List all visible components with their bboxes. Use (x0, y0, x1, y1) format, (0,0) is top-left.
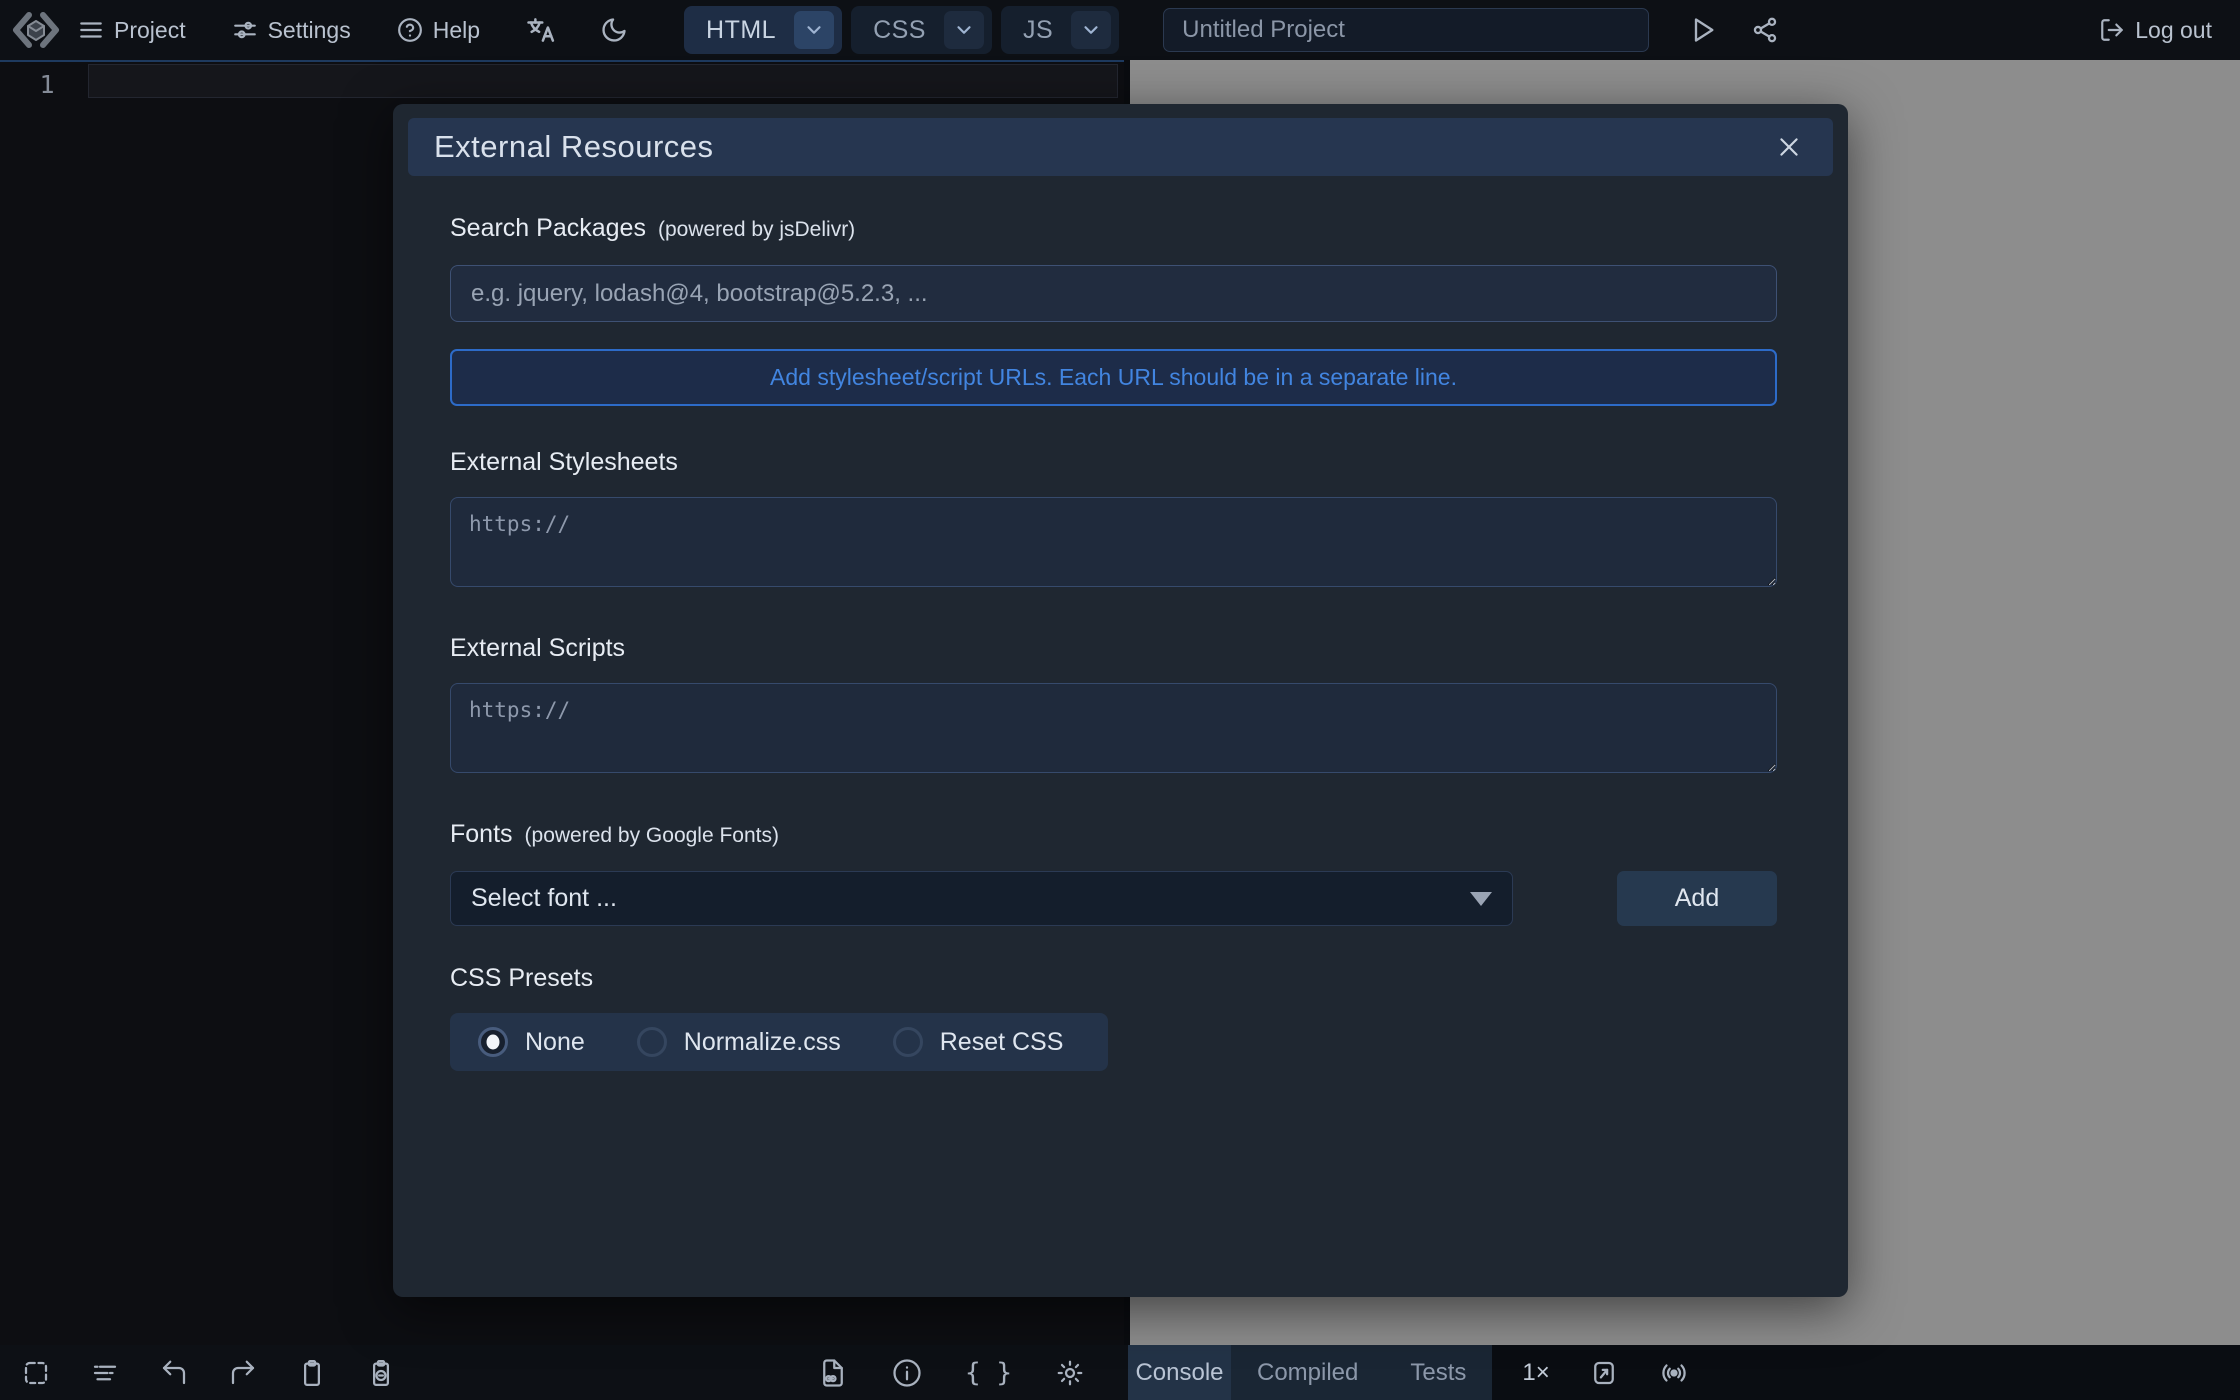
preset-none-label: None (525, 1028, 585, 1057)
tab-console-label: Console (1135, 1359, 1223, 1387)
translate-icon[interactable] (526, 15, 556, 45)
project-menu[interactable]: Project (78, 17, 186, 44)
app-logo-icon[interactable] (12, 6, 60, 54)
fonts-hint: (powered by Google Fonts) (525, 824, 779, 848)
close-icon[interactable] (1771, 129, 1807, 165)
font-select[interactable]: Select font ... (450, 871, 1513, 926)
results-tools-bar: Console Compiled Tests 1× (1128, 1345, 2240, 1400)
preset-none-radio[interactable]: None (478, 1027, 585, 1057)
editor-tabs: HTML CSS JS (684, 6, 1119, 54)
undo-icon[interactable] (158, 1357, 190, 1389)
dark-mode-moon-icon[interactable] (600, 16, 628, 44)
external-stylesheets-textarea[interactable] (450, 497, 1777, 587)
sliders-icon (232, 17, 258, 43)
share-icon[interactable] (1751, 16, 1779, 44)
editor-current-line (88, 64, 1118, 98)
radio-unselected-icon (893, 1027, 923, 1057)
css-presets-label: CSS Presets (450, 964, 1777, 993)
logout-button[interactable]: Log out (2099, 17, 2212, 44)
copy-clipboard-icon[interactable] (296, 1357, 328, 1389)
preset-reset-radio[interactable]: Reset CSS (893, 1027, 1064, 1057)
preset-normalize-label: Normalize.css (684, 1028, 841, 1057)
tab-console[interactable]: Console (1128, 1345, 1231, 1400)
radio-unselected-icon (637, 1027, 667, 1057)
zoom-level[interactable]: 1× (1522, 1345, 1549, 1400)
open-in-new-window-icon[interactable] (1588, 1357, 1620, 1389)
top-toolbar: Project Settings Help (0, 0, 2240, 60)
tab-html[interactable]: HTML (684, 6, 842, 54)
external-scripts-label: External Scripts (450, 634, 1777, 663)
broadcast-icon[interactable] (1658, 1357, 1690, 1389)
tab-tests-label: Tests (1410, 1359, 1466, 1387)
redo-icon[interactable] (227, 1357, 259, 1389)
tab-html-label: HTML (706, 16, 776, 45)
custom-assets-icon[interactable] (817, 1357, 849, 1389)
radio-selected-icon (478, 1027, 508, 1057)
tab-css[interactable]: CSS (851, 6, 992, 54)
css-language-menu-button[interactable] (944, 11, 984, 49)
editor-tools-bar: { } (0, 1345, 1128, 1400)
help-menu[interactable]: Help (397, 17, 480, 44)
tab-tests[interactable]: Tests (1384, 1345, 1492, 1400)
run-button[interactable] (1689, 16, 1717, 44)
help-circle-icon (397, 17, 423, 43)
external-stylesheets-label: External Stylesheets (450, 448, 1777, 477)
paste-clipboard-icon[interactable] (365, 1357, 397, 1389)
search-packages-label: Search Packages (450, 214, 646, 243)
info-icon[interactable] (891, 1357, 923, 1389)
braces-icon[interactable]: { } (965, 1358, 1012, 1388)
logout-label: Log out (2135, 17, 2212, 44)
modal-title: External Resources (434, 129, 1771, 165)
external-resources-modal: External Resources Search Packages (powe… (393, 104, 1848, 1297)
external-scripts-textarea[interactable] (450, 683, 1777, 773)
logout-icon (2099, 17, 2125, 43)
modal-header: External Resources (408, 118, 1833, 176)
add-urls-info-button[interactable]: Add stylesheet/script URLs. Each URL sho… (450, 349, 1777, 406)
project-menu-label: Project (114, 17, 186, 44)
tab-js-label: JS (1023, 16, 1053, 45)
css-presets-group: None Normalize.css Reset CSS (450, 1013, 1108, 1071)
bottom-toolbar: { } Console Compiled Tests 1× (0, 1345, 2240, 1400)
package-search-input[interactable] (450, 265, 1777, 322)
help-menu-label: Help (433, 17, 480, 44)
font-select-value: Select font ... (471, 884, 1470, 913)
js-language-menu-button[interactable] (1071, 11, 1111, 49)
select-arrow-icon (1470, 892, 1492, 906)
settings-menu[interactable]: Settings (232, 17, 351, 44)
preset-reset-label: Reset CSS (940, 1028, 1064, 1057)
hamburger-icon (78, 17, 104, 43)
html-language-menu-button[interactable] (794, 11, 834, 49)
tab-compiled[interactable]: Compiled (1231, 1345, 1384, 1400)
settings-menu-label: Settings (268, 17, 351, 44)
gear-icon[interactable] (1054, 1357, 1086, 1389)
line-number: 1 (24, 70, 70, 99)
tab-compiled-label: Compiled (1257, 1359, 1358, 1387)
project-title-input[interactable] (1163, 8, 1649, 52)
format-code-icon[interactable] (89, 1357, 121, 1389)
tab-js[interactable]: JS (1001, 6, 1119, 54)
select-all-icon[interactable] (20, 1357, 52, 1389)
preset-normalize-radio[interactable]: Normalize.css (637, 1027, 841, 1057)
results-tab-group: Compiled Tests (1231, 1345, 1492, 1400)
search-packages-hint: (powered by jsDelivr) (658, 218, 855, 242)
fonts-label: Fonts (450, 820, 513, 849)
tab-css-label: CSS (873, 16, 926, 45)
add-font-button[interactable]: Add (1617, 871, 1777, 926)
